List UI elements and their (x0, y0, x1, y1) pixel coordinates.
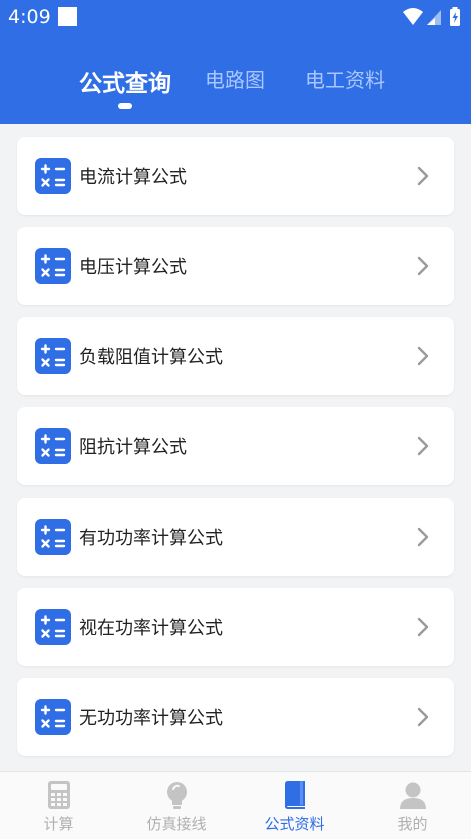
tab-indicator (118, 103, 132, 109)
tabbar-item-formula-materials[interactable]: 公式资料 (236, 772, 353, 839)
notification-icon (58, 7, 77, 26)
chevron-right-icon (417, 256, 429, 276)
list-item-label: 视在功率计算公式 (79, 618, 223, 639)
chevron-right-icon (417, 527, 429, 547)
list-item-impedance[interactable]: 阻抗计算公式 (17, 407, 454, 485)
battery-icon (450, 7, 460, 26)
list-item-apparent-power[interactable]: 视在功率计算公式 (17, 588, 454, 666)
chevron-right-icon (417, 617, 429, 637)
list-item-reactive-power[interactable]: 无功功率计算公式 (17, 678, 454, 756)
book-icon (285, 781, 305, 809)
list-item-active-power[interactable]: 有功功率计算公式 (17, 498, 454, 576)
calculator-icon (35, 699, 71, 735)
list-item-label: 有功功率计算公式 (79, 528, 223, 549)
list-item-label: 无功功率计算公式 (79, 708, 223, 729)
calculator-icon (35, 338, 71, 374)
status-icons (403, 7, 460, 26)
tabbar-label: 公式资料 (264, 815, 325, 833)
list-item-label: 阻抗计算公式 (79, 437, 187, 458)
chevron-right-icon (417, 707, 429, 727)
tabbar-label: 我的 (397, 815, 428, 833)
chevron-right-icon (417, 166, 429, 186)
tabbar-item-me[interactable]: 我的 (354, 772, 471, 839)
tab-formula-query[interactable]: 公式查询 (79, 64, 171, 98)
list-item-label: 电压计算公式 (79, 257, 187, 278)
calculator-icon (48, 781, 70, 809)
status-bar: 4:09 (0, 0, 471, 34)
list-item-current[interactable]: 电流计算公式 (17, 137, 454, 215)
app-header: 4:09 公式查询 电路图 电工资料 (0, 0, 471, 124)
chevron-right-icon (417, 436, 429, 456)
bottom-tab-bar: 计算 仿真接线 公式资料 我的 (0, 771, 471, 839)
wifi-icon (403, 8, 423, 25)
list-item-load-resistance[interactable]: 负载阻值计算公式 (17, 317, 454, 395)
chevron-right-icon (417, 346, 429, 366)
calculator-icon (35, 248, 71, 284)
tabbar-label: 计算 (43, 815, 74, 833)
tabbar-item-simulation-wiring[interactable]: 仿真接线 (118, 772, 235, 839)
list-item-label: 电流计算公式 (79, 167, 187, 188)
signal-icon (427, 10, 441, 25)
tab-circuit-diagram[interactable]: 电路图 (205, 64, 265, 93)
tabbar-item-calculate[interactable]: 计算 (0, 772, 117, 839)
list-item-voltage[interactable]: 电压计算公式 (17, 227, 454, 305)
tab-electrician-materials[interactable]: 电工资料 (305, 64, 385, 93)
calculator-icon (35, 519, 71, 555)
calculator-icon (35, 609, 71, 645)
list-item-label: 负载阻值计算公式 (79, 347, 223, 368)
tabbar-label: 仿真接线 (146, 815, 207, 833)
person-icon (400, 782, 426, 809)
status-time: 4:09 (8, 6, 51, 28)
calculator-icon (35, 158, 71, 194)
calculator-icon (35, 428, 71, 464)
lightbulb-icon (167, 782, 187, 809)
